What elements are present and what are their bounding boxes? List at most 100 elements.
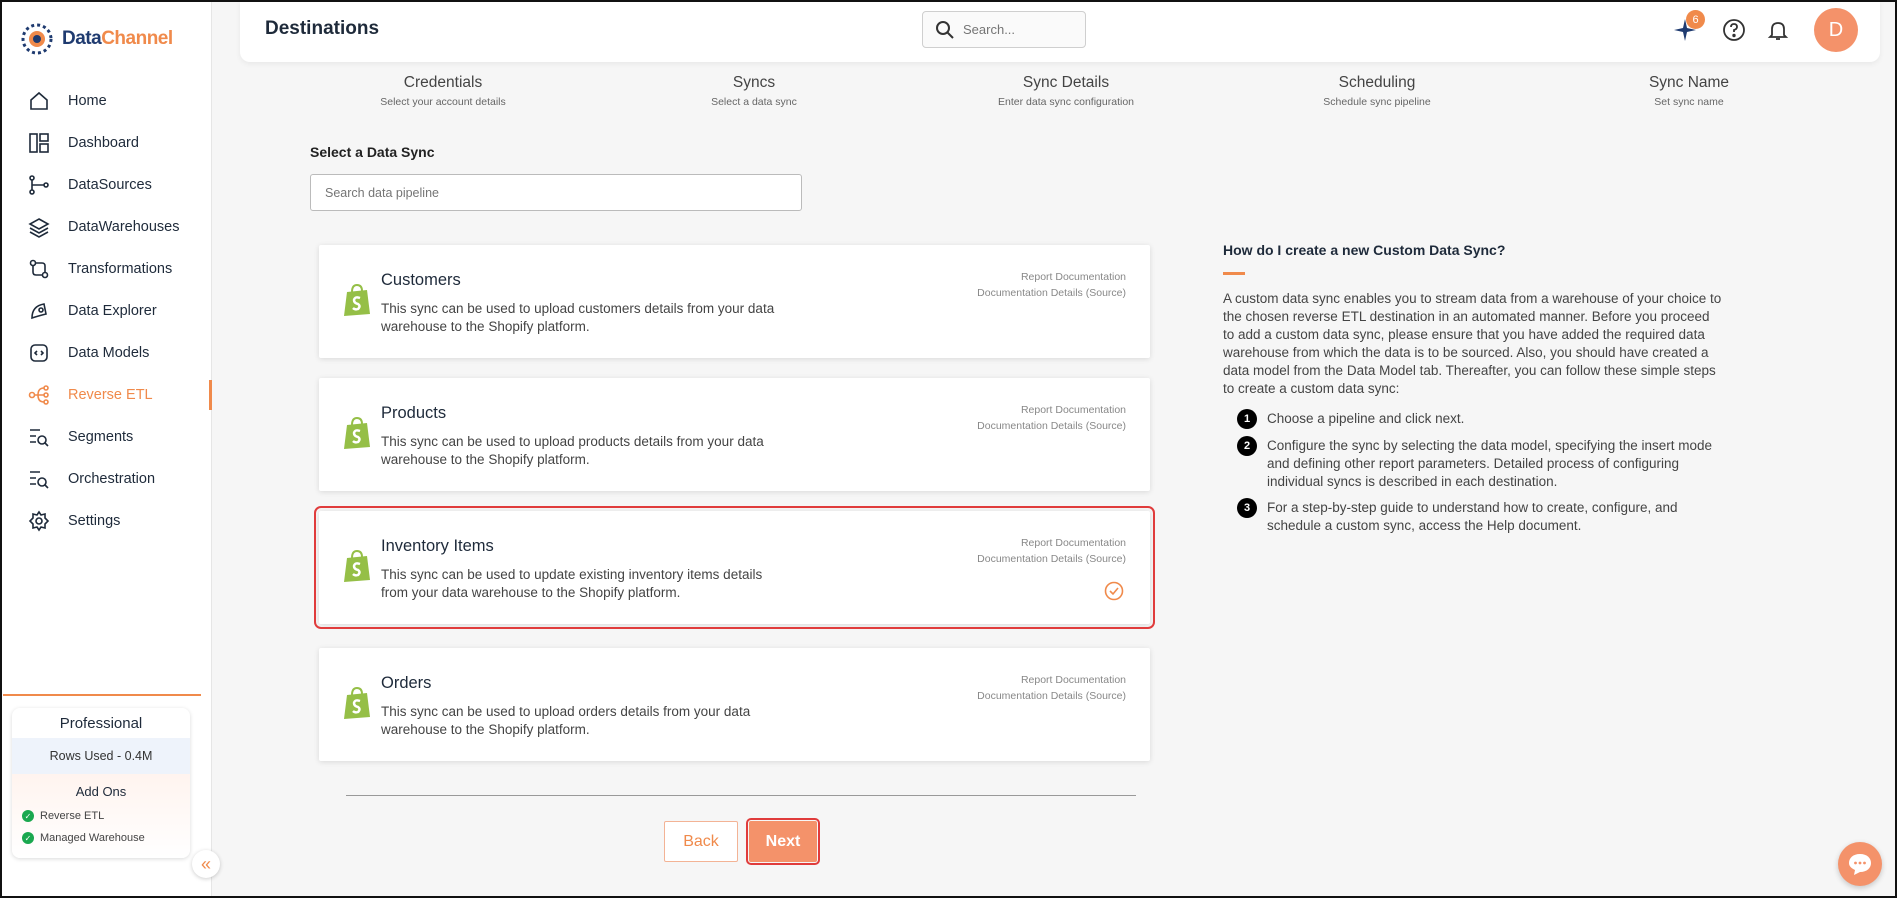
step-scheduling[interactable]: Scheduling Schedule sync pipeline [1257,74,1497,108]
global-search[interactable] [922,11,1086,48]
sidebar-item-reverse-etl[interactable]: Reverse ETL [0,374,212,416]
layers-icon [28,218,50,238]
sidebar-item-datawarehouses[interactable]: DataWarehouses [0,206,212,248]
sidebar-item-label: Orchestration [68,471,156,487]
sidebar-item-settings[interactable]: Settings [0,500,212,542]
sidebar-item-label: Segments [68,429,134,445]
addons-heading: Add Ons [75,784,127,799]
help-step: 3 For a step-by-step guide to understand… [1237,498,1723,535]
sync-description: This sync can be used to upload customer… [381,301,775,334]
pipeline-search-input[interactable] [310,174,802,211]
sync-name: Products [381,404,447,422]
back-button[interactable]: Back [664,821,738,862]
section-label: Select a Data Sync [310,144,435,160]
sidebar-item-data-models[interactable]: Data Models [0,332,212,374]
step-title: Sync Details [1022,74,1110,91]
sidebar-item-label: Reverse ETL [68,387,153,403]
sidebar-item-segments[interactable]: Segments [0,416,212,458]
help-steps: 1 Choose a pipeline and click next. 2 Co… [1223,409,1723,535]
dashboard-icon [29,133,49,153]
step-credentials[interactable]: Credentials Select your account details [323,74,563,108]
documentation-details-link[interactable]: Documentation Details (Source) [977,285,1126,301]
sidebar-divider [3,694,201,696]
sidebar-item-label: Data Models [68,345,150,361]
sidebar-item-label: Settings [68,513,121,529]
transform-icon [29,259,49,279]
shopify-icon [344,549,370,582]
plan-card: Professional Rows Used - 0.4M Add Ons ✓ … [12,708,190,858]
report-documentation-link[interactable]: Report Documentation [977,269,1126,285]
sidebar: DataChannel Home Dashboard DataSources D… [0,0,212,898]
sidebar-item-dashboard[interactable]: Dashboard [0,122,212,164]
check-circle-icon: ✓ [22,832,34,844]
sync-card-customers[interactable]: Customers This sync can be used to uploa… [319,245,1150,358]
search-icon [936,20,954,39]
explorer-icon [31,303,47,320]
step-title: Scheduling [1338,74,1416,91]
sidebar-item-label: Home [68,93,107,109]
sidebar-item-transformations[interactable]: Transformations [0,248,212,290]
sync-name: Inventory Items [381,537,494,555]
step-title: Sync Name [1648,74,1730,91]
help-title: How do I create a new Custom Data Sync? [1223,242,1506,258]
sync-name: Orders [381,674,432,692]
step-title: Credentials [403,74,483,91]
orchestration-icon [30,471,49,489]
ai-assistant-button[interactable]: 6 [1671,10,1705,44]
brand-logo[interactable]: DataChannel [20,22,173,56]
selected-check-icon [1104,581,1124,601]
documentation-details-link[interactable]: Documentation Details (Source) [977,418,1126,434]
next-button[interactable]: Next [746,818,820,865]
addons-section: Add Ons ✓ Reverse ETL ✓ Managed Warehous… [12,774,190,858]
shopify-icon [344,416,370,449]
help-button[interactable] [1720,16,1748,44]
top-header: Destinations 6 D [240,0,1880,62]
shopify-icon [344,686,370,719]
step-text: For a step-by-step guide to understand h… [1267,500,1678,533]
check-circle-icon: ✓ [22,810,34,822]
step-subtitle: Select your account details [380,96,506,108]
step-number: 1 [1237,409,1257,429]
collapse-sidebar-button[interactable]: « [192,850,220,878]
notifications-button[interactable] [1764,16,1792,44]
step-subtitle: Schedule sync pipeline [1323,96,1431,108]
chat-bubble-icon [1849,854,1871,875]
report-documentation-link[interactable]: Report Documentation [977,535,1126,551]
sync-card-orders[interactable]: Orders This sync can be used to upload o… [319,648,1150,761]
step-sync-details[interactable]: Sync Details Enter data sync configurati… [946,74,1186,108]
sidebar-item-label: Dashboard [68,135,139,151]
segments-icon [30,429,49,447]
sync-card-inventory-items[interactable]: Inventory Items This sync can be used to… [314,506,1155,629]
sync-description: This sync can be used to upload products… [381,434,764,467]
footer-divider [346,795,1136,796]
help-panel: How do I create a new Custom Data Sync? … [1223,242,1723,543]
double-chevron-left-icon: « [200,853,211,874]
sidebar-item-data-explorer[interactable]: Data Explorer [0,290,212,332]
step-syncs[interactable]: Syncs Select a data sync [634,74,874,108]
step-sync-name[interactable]: Sync Name Set sync name [1569,74,1809,108]
addon-item: ✓ Reverse ETL [22,805,180,827]
sidebar-item-label: DataWarehouses [68,219,180,235]
step-title: Syncs [732,74,776,91]
avatar[interactable]: D [1814,8,1858,52]
datasources-icon [29,175,49,195]
sidebar-item-datasources[interactable]: DataSources [0,164,212,206]
sidebar-item-orchestration[interactable]: Orchestration [0,458,212,500]
sync-card-products[interactable]: Products This sync can be used to upload… [319,378,1150,491]
addon-label: Reverse ETL [40,810,105,822]
documentation-details-link[interactable]: Documentation Details (Source) [977,551,1126,567]
documentation-details-link[interactable]: Documentation Details (Source) [977,688,1126,704]
chat-button[interactable] [1838,842,1882,886]
report-documentation-link[interactable]: Report Documentation [977,672,1126,688]
sidebar-item-home[interactable]: Home [0,80,212,122]
step-subtitle: Set sync name [1654,96,1724,108]
doc-links: Report Documentation Documentation Detai… [977,269,1126,301]
step-number: 3 [1237,498,1257,518]
datachannel-logo-icon [21,23,53,55]
brand-name-part2: Channel [101,28,173,49]
help-title-underline [1223,272,1245,275]
rows-used: Rows Used - 0.4M [12,738,190,774]
global-search-input[interactable] [963,22,1073,37]
sync-description: This sync can be used to upload orders d… [381,704,751,737]
report-documentation-link[interactable]: Report Documentation [977,402,1126,418]
